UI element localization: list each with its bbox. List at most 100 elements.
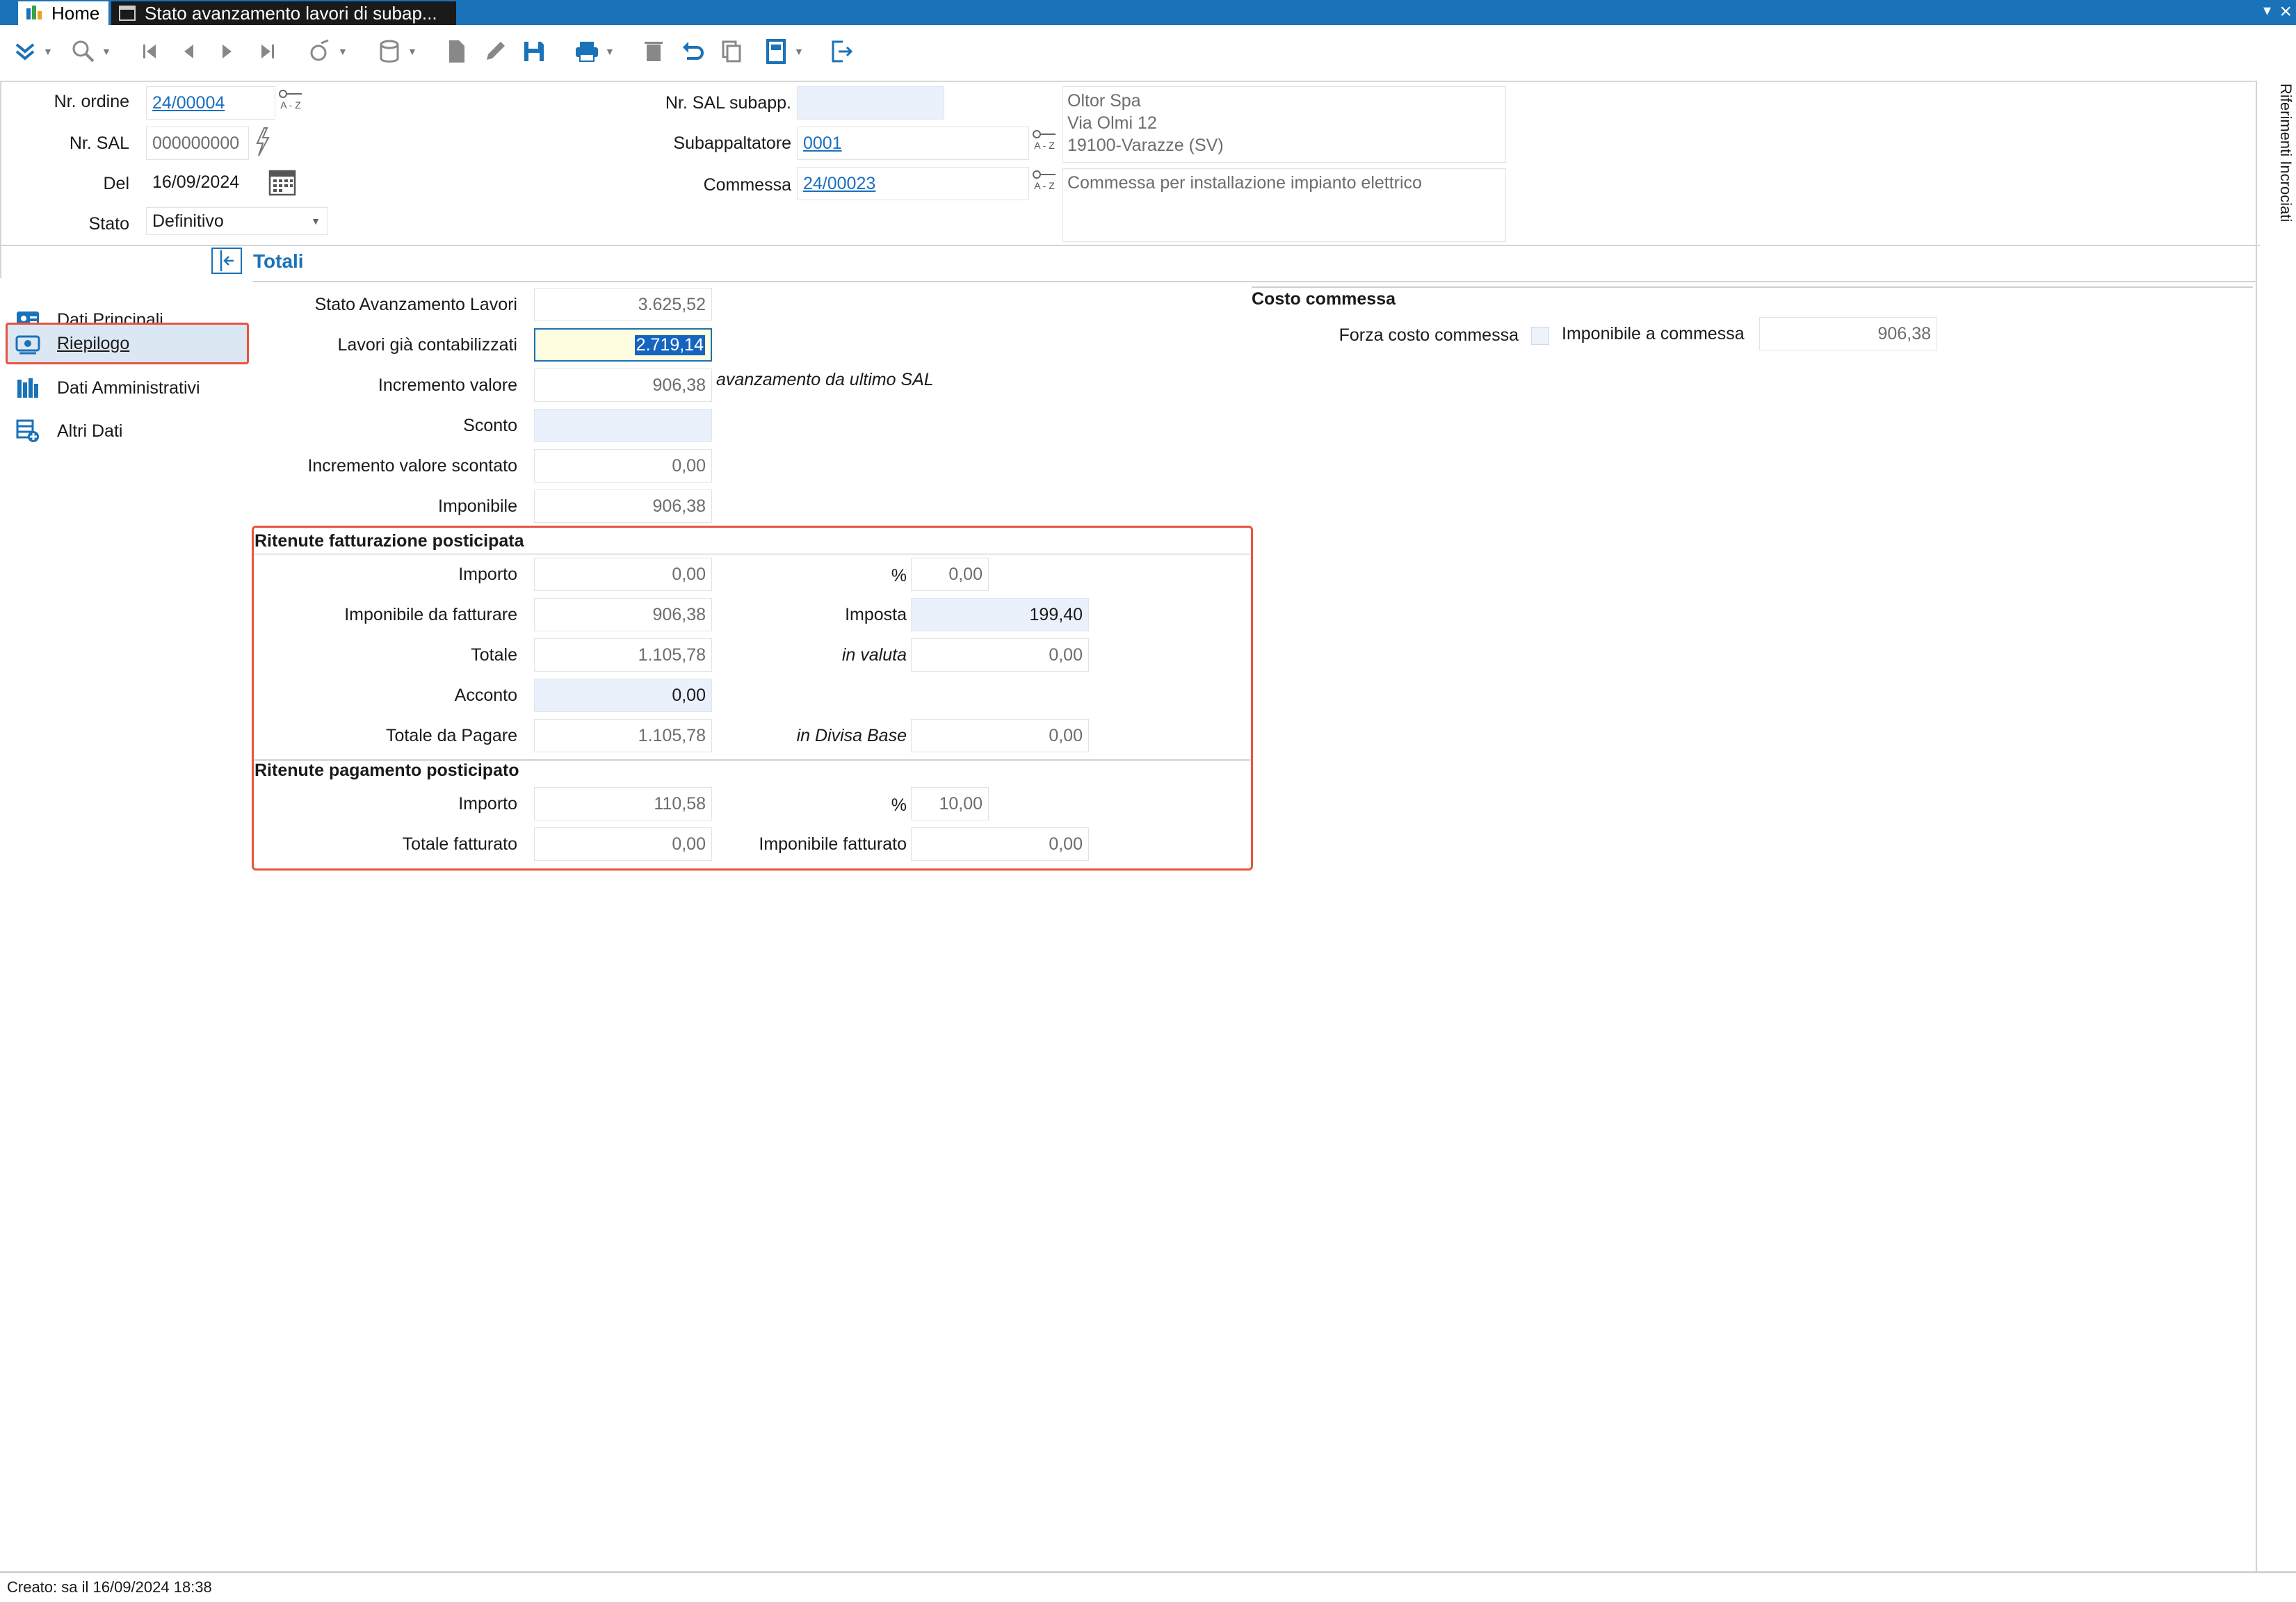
section-divider	[1252, 286, 2253, 288]
tab-document[interactable]: Stato avanzamento lavori di subap...	[111, 1, 456, 25]
subappaltatore-address: Oltor Spa Via Olmi 12 19100-Varazze (SV)	[1062, 86, 1506, 163]
left-navigation: Dati Principali Riepilogo Dati Amministr…	[0, 278, 252, 1571]
tabs-overflow-icon[interactable]: ▾	[2263, 1, 2271, 19]
stato-label: Stato	[88, 214, 129, 234]
nr-sal-subapp-label: Nr. SAL subapp.	[665, 93, 791, 113]
nav-item-label: Riepilogo	[57, 333, 130, 353]
undo-icon	[683, 42, 704, 60]
pag-importo-value: 110,58	[534, 787, 712, 820]
search-key-icon[interactable]: A - Z	[1032, 128, 1057, 150]
nr-ordine-field[interactable]: 24/00004	[146, 86, 275, 120]
first-record-button[interactable]	[136, 35, 164, 68]
pag-importo-label: Importo	[458, 794, 517, 814]
acconto-label: Acconto	[454, 686, 517, 705]
exit-button[interactable]	[827, 35, 855, 68]
expand-button[interactable]: ▼	[11, 35, 53, 68]
incremento-note: avanzamento da ultimo SAL	[716, 370, 934, 389]
last-record-button[interactable]	[253, 35, 281, 68]
status-text: Creato: sa il 16/09/2024 18:38	[7, 1578, 212, 1596]
database-icon	[380, 40, 399, 63]
ritenute-fatt-title: Ritenute fatturazione posticipata	[254, 531, 524, 551]
copy-button[interactable]	[718, 35, 745, 68]
pag-perc-label: %	[891, 795, 907, 815]
scanner-button[interactable]: ▼	[306, 35, 348, 68]
app-logo-icon	[26, 6, 42, 19]
search-icon	[72, 40, 95, 63]
scanner-icon	[310, 39, 329, 61]
toolbar: ▼ ▼ ▼ ▼ ▼ ▼	[0, 25, 2296, 82]
undo-button[interactable]	[679, 35, 706, 68]
nav-item-label: Dati Amministrativi	[57, 378, 200, 398]
tot-pagare-value: 1.105,78	[534, 719, 712, 752]
status-bar: Creato: sa il 16/09/2024 18:38	[0, 1573, 2296, 1602]
books-icon	[17, 378, 38, 398]
database-button[interactable]: ▼	[375, 35, 417, 68]
imp-fatturato-label: Imponibile fatturato	[759, 834, 907, 854]
last-record-icon	[261, 44, 274, 58]
forza-costo-checkbox[interactable]	[1531, 327, 1549, 345]
edit-icon	[487, 42, 505, 60]
lavori-selected-value: 2.719,14	[634, 334, 705, 355]
address-line: Oltor Spa	[1067, 91, 1141, 111]
sconto-input[interactable]	[534, 409, 712, 442]
tot-pagare-label: Totale da Pagare	[385, 726, 517, 745]
commessa-value[interactable]: 24/00023	[803, 174, 875, 194]
commessa-description: Commessa per installazione impianto elet…	[1062, 168, 1506, 242]
imp-fatt-label: Imponibile da fatturare	[344, 605, 517, 624]
collapse-panel-icon[interactable]	[211, 248, 242, 274]
sal-value: 3.625,52	[534, 288, 712, 321]
tot-fatt-label: Totale fatturato	[402, 834, 517, 854]
ritenute-importo-label: Importo	[458, 565, 517, 584]
side-panel-tab[interactable]: Riferimenti Incrociati	[2253, 83, 2295, 250]
subappaltatore-value[interactable]: 0001	[803, 134, 842, 154]
form-button[interactable]: ▼	[762, 35, 804, 68]
search-button[interactable]: ▼	[70, 35, 111, 68]
tot-fatt-value: 0,00	[534, 827, 712, 861]
az-label: A - Z	[1034, 180, 1055, 191]
search-key-icon[interactable]: A - Z	[278, 88, 303, 110]
imposta-input[interactable]: 199,40	[911, 598, 1089, 631]
close-icon[interactable]: ×	[2279, 0, 2292, 24]
del-date-field[interactable]: 16/09/2024	[146, 165, 263, 199]
delete-button[interactable]	[640, 35, 668, 68]
side-panel	[2256, 81, 2296, 1571]
nav-item-riepilogo[interactable]: Riepilogo	[6, 323, 249, 364]
section-title: Totali	[253, 250, 304, 272]
next-record-button[interactable]	[213, 35, 241, 68]
tab-home[interactable]: Home	[18, 1, 108, 25]
lavori-input[interactable]: 2.719,14	[534, 328, 712, 362]
new-document-icon	[449, 40, 464, 63]
commessa-field[interactable]: 24/00023	[797, 167, 1029, 200]
forza-costo-label: Forza costo commessa	[1339, 325, 1519, 345]
new-document-button[interactable]	[442, 35, 470, 68]
tab-home-label: Home	[51, 2, 100, 24]
nr-ordine-value[interactable]: 24/00004	[152, 93, 225, 113]
prev-record-icon	[184, 44, 193, 58]
calendar-icon[interactable]	[268, 167, 296, 200]
search-key-icon[interactable]: A - Z	[1032, 168, 1057, 191]
subappaltatore-field[interactable]: 0001	[797, 127, 1029, 160]
section-divider	[254, 553, 1250, 555]
print-button[interactable]: ▼	[573, 35, 615, 68]
divisa-label: in Divisa Base	[796, 726, 907, 745]
nav-item-altri-dati[interactable]: Altri Dati	[6, 410, 249, 452]
prev-record-button[interactable]	[175, 35, 203, 68]
nr-sal-subapp-field[interactable]	[797, 86, 944, 120]
first-record-icon	[143, 44, 156, 58]
stato-select[interactable]: Definitivo ▼	[146, 207, 328, 235]
nr-sal-field[interactable]: 000000000	[146, 127, 249, 160]
sconto-label: Sconto	[463, 416, 517, 435]
lavori-label: Lavori già contabilizzati	[337, 335, 517, 355]
save-button[interactable]	[520, 35, 548, 68]
pag-perc-value: 10,00	[911, 787, 989, 820]
imponibile-commessa-value: 906,38	[1759, 317, 1937, 350]
address-line: 19100-Varazze (SV)	[1067, 136, 1224, 155]
valuta-value: 0,00	[911, 638, 1089, 672]
commessa-label: Commessa	[703, 175, 791, 195]
document-window-icon	[119, 6, 136, 21]
nav-item-dati-amministrativi[interactable]: Dati Amministrativi	[6, 367, 249, 409]
lightning-icon[interactable]	[253, 127, 271, 161]
valuta-label: in valuta	[841, 645, 907, 665]
acconto-input[interactable]: 0,00	[534, 679, 712, 712]
edit-button[interactable]	[481, 35, 509, 68]
